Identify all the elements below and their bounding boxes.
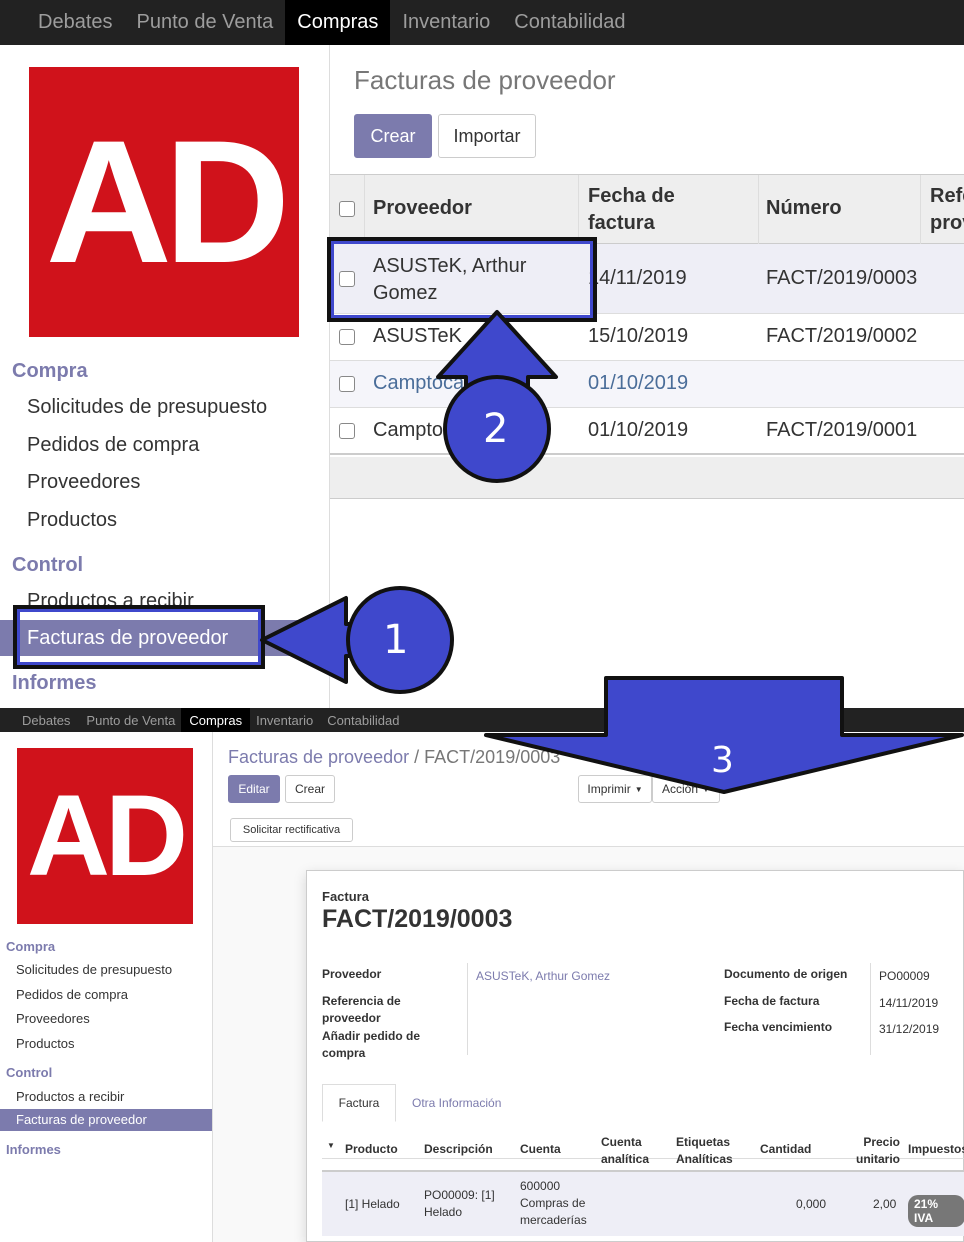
callout-number-1: 1	[383, 617, 409, 663]
callout-number-2: 2	[483, 406, 509, 452]
callout-overlay	[260, 310, 964, 794]
callout-number-3: 3	[711, 740, 734, 781]
